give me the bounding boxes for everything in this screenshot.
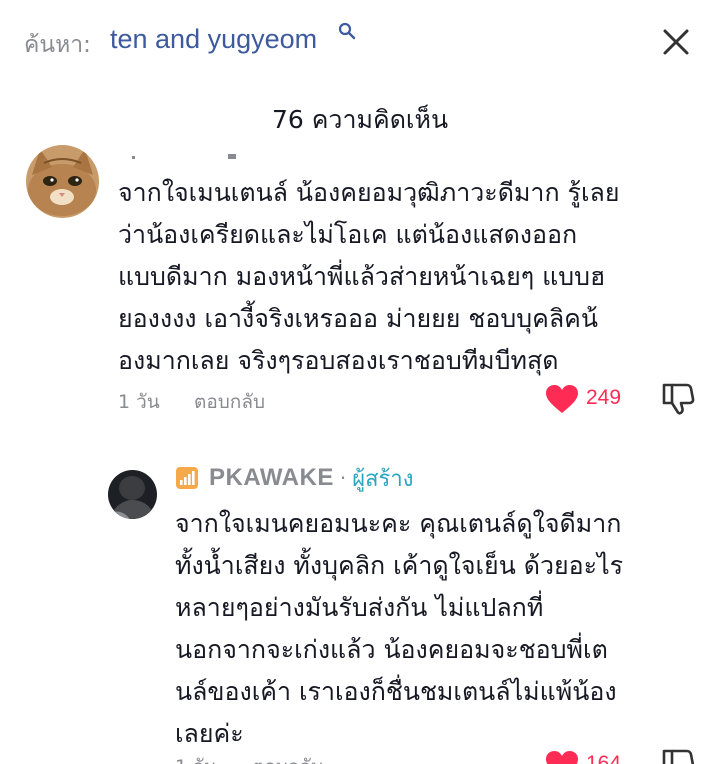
thumbs-down-icon[interactable] [660, 747, 696, 764]
avatar[interactable] [108, 470, 157, 519]
creator-badge: ผู้สร้าง [352, 466, 414, 492]
search-bar[interactable]: ค้นหา: ten and yugyeom [0, 0, 720, 80]
reply-text: จากใจเมนคยอมนะคะ คุณเตนล์ดูใจดีมาก ทั้งน… [175, 509, 624, 748]
search-prefix-label: ค้นหา: [24, 32, 91, 58]
search-icon[interactable] [338, 22, 356, 40]
close-icon[interactable] [656, 22, 696, 62]
like-count: 249 [586, 386, 622, 409]
avatar[interactable] [26, 145, 99, 218]
reply-button[interactable]: ตอบกลับ [194, 387, 265, 417]
like-count: 164 [586, 752, 622, 764]
separator-dot: · [339, 466, 347, 490]
reply-author-name[interactable]: PKAWAKE [209, 464, 334, 492]
search-query-text[interactable]: ten and yugyeom [110, 24, 317, 55]
reply-time: 1 วัน [175, 752, 217, 764]
comment-text: จากใจเมนเตนล์ น้องคยอมวุฒิภาวะดีมาก รู้เ… [118, 178, 620, 375]
comment-count-title: 76 ความคิดเห็น [271, 105, 449, 134]
reply-header: PKAWAKE · ผู้สร้าง [175, 462, 413, 494]
truncated-author-line [132, 154, 236, 159]
heart-icon[interactable] [545, 750, 579, 764]
heart-icon[interactable] [545, 384, 579, 414]
signal-bars-icon [176, 467, 198, 489]
comment-time: 1 วัน [118, 391, 160, 413]
reply-button[interactable]: ตอบกลับ [252, 752, 323, 764]
thumbs-down-icon[interactable] [660, 381, 696, 417]
